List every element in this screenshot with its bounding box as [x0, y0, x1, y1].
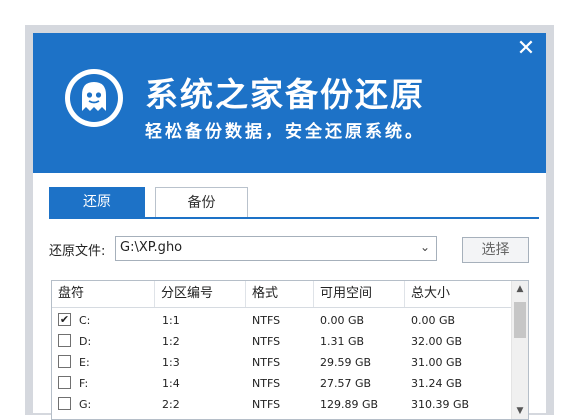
total-size-cell: 0.00 GB	[411, 314, 456, 327]
partition-cell: 1:4	[162, 377, 180, 390]
free-space-cell: 27.57 GB	[320, 377, 372, 390]
table-row[interactable]: ✔ C: 1:1 NTFS 0.00 GB 0.00 GB	[52, 310, 512, 331]
table-row[interactable]: G: 2:2 NTFS 129.89 GB 310.39 GB	[52, 394, 512, 415]
format-cell: NTFS	[252, 398, 281, 411]
table-row[interactable]: E: 1:3 NTFS 29.59 GB 31.00 GB	[52, 352, 512, 373]
total-size-cell: 31.00 GB	[411, 356, 463, 369]
tab-divider	[49, 217, 539, 219]
column-header-partition[interactable]: 分区编号	[155, 281, 246, 307]
total-size-cell: 32.00 GB	[411, 335, 463, 348]
row-checkbox[interactable]	[58, 334, 71, 347]
row-checkbox[interactable]	[58, 355, 71, 368]
app-slogan: 轻松备份数据，安全还原系统。	[145, 122, 425, 142]
scroll-down-arrow-icon[interactable]: ▼	[512, 403, 528, 419]
drive-cell: C:	[79, 314, 91, 327]
format-cell: NTFS	[252, 377, 281, 390]
total-size-cell: 31.24 GB	[411, 377, 463, 390]
table-row[interactable]: F: 1:4 NTFS 27.57 GB 31.24 GB	[52, 373, 512, 394]
tab-bar: 还原 备份	[49, 187, 539, 219]
partition-cell: 1:2	[162, 335, 180, 348]
restore-file-value: G:\XP.gho	[120, 240, 183, 255]
partition-cell: 1:3	[162, 356, 180, 369]
format-cell: NTFS	[252, 356, 281, 369]
row-checkbox[interactable]: ✔	[58, 313, 71, 326]
row-checkbox[interactable]	[58, 397, 71, 410]
column-header-free-space[interactable]: 可用空间	[314, 281, 405, 307]
drive-cell: G:	[79, 398, 92, 411]
drive-cell: E:	[79, 356, 90, 369]
restore-file-label: 还原文件:	[49, 244, 106, 259]
format-cell: NTFS	[252, 335, 281, 348]
table-row[interactable]: D: 1:2 NTFS 1.31 GB 32.00 GB	[52, 331, 512, 352]
backup-restore-window: ✕ 系统之家备份还原 轻松备份数据，安全还原系统。 还原 备份 还原文件: G:…	[33, 33, 546, 420]
free-space-cell: 129.89 GB	[320, 398, 379, 411]
scrollbar-thumb[interactable]	[514, 302, 526, 338]
table-header: 盘符 分区编号 格式 可用空间 总大小	[52, 281, 512, 308]
header-banner: ✕ 系统之家备份还原 轻松备份数据，安全还原系统。	[33, 33, 546, 173]
row-checkbox[interactable]	[58, 376, 71, 389]
ghost-logo-icon	[65, 69, 123, 127]
free-space-cell: 29.59 GB	[320, 356, 372, 369]
tab-restore[interactable]: 还原	[49, 187, 145, 217]
drive-cell: D:	[79, 335, 92, 348]
partition-cell: 2:2	[162, 398, 180, 411]
chevron-down-icon[interactable]: ⌄	[420, 240, 430, 254]
select-file-button[interactable]: 选择	[462, 237, 529, 263]
free-space-cell: 1.31 GB	[320, 335, 365, 348]
column-header-drive[interactable]: 盘符	[52, 281, 155, 307]
total-size-cell: 310.39 GB	[411, 398, 470, 411]
tab-backup[interactable]: 备份	[155, 187, 248, 217]
format-cell: NTFS	[252, 314, 281, 327]
partition-table: 盘符 分区编号 格式 可用空间 总大小 ✔ C: 1:1 NTFS 0.00 G…	[51, 280, 529, 420]
partition-cell: 1:1	[162, 314, 180, 327]
column-header-format[interactable]: 格式	[246, 281, 314, 307]
free-space-cell: 0.00 GB	[320, 314, 365, 327]
restore-file-dropdown[interactable]: G:\XP.gho ⌄	[115, 236, 437, 261]
close-icon[interactable]: ✕	[514, 37, 538, 61]
column-header-total-size[interactable]: 总大小	[405, 281, 512, 307]
table-scrollbar[interactable]: ▲ ▼	[511, 281, 528, 419]
app-title: 系统之家备份还原	[145, 75, 425, 114]
drive-cell: F:	[79, 377, 89, 390]
scroll-up-arrow-icon[interactable]: ▲	[512, 281, 528, 297]
